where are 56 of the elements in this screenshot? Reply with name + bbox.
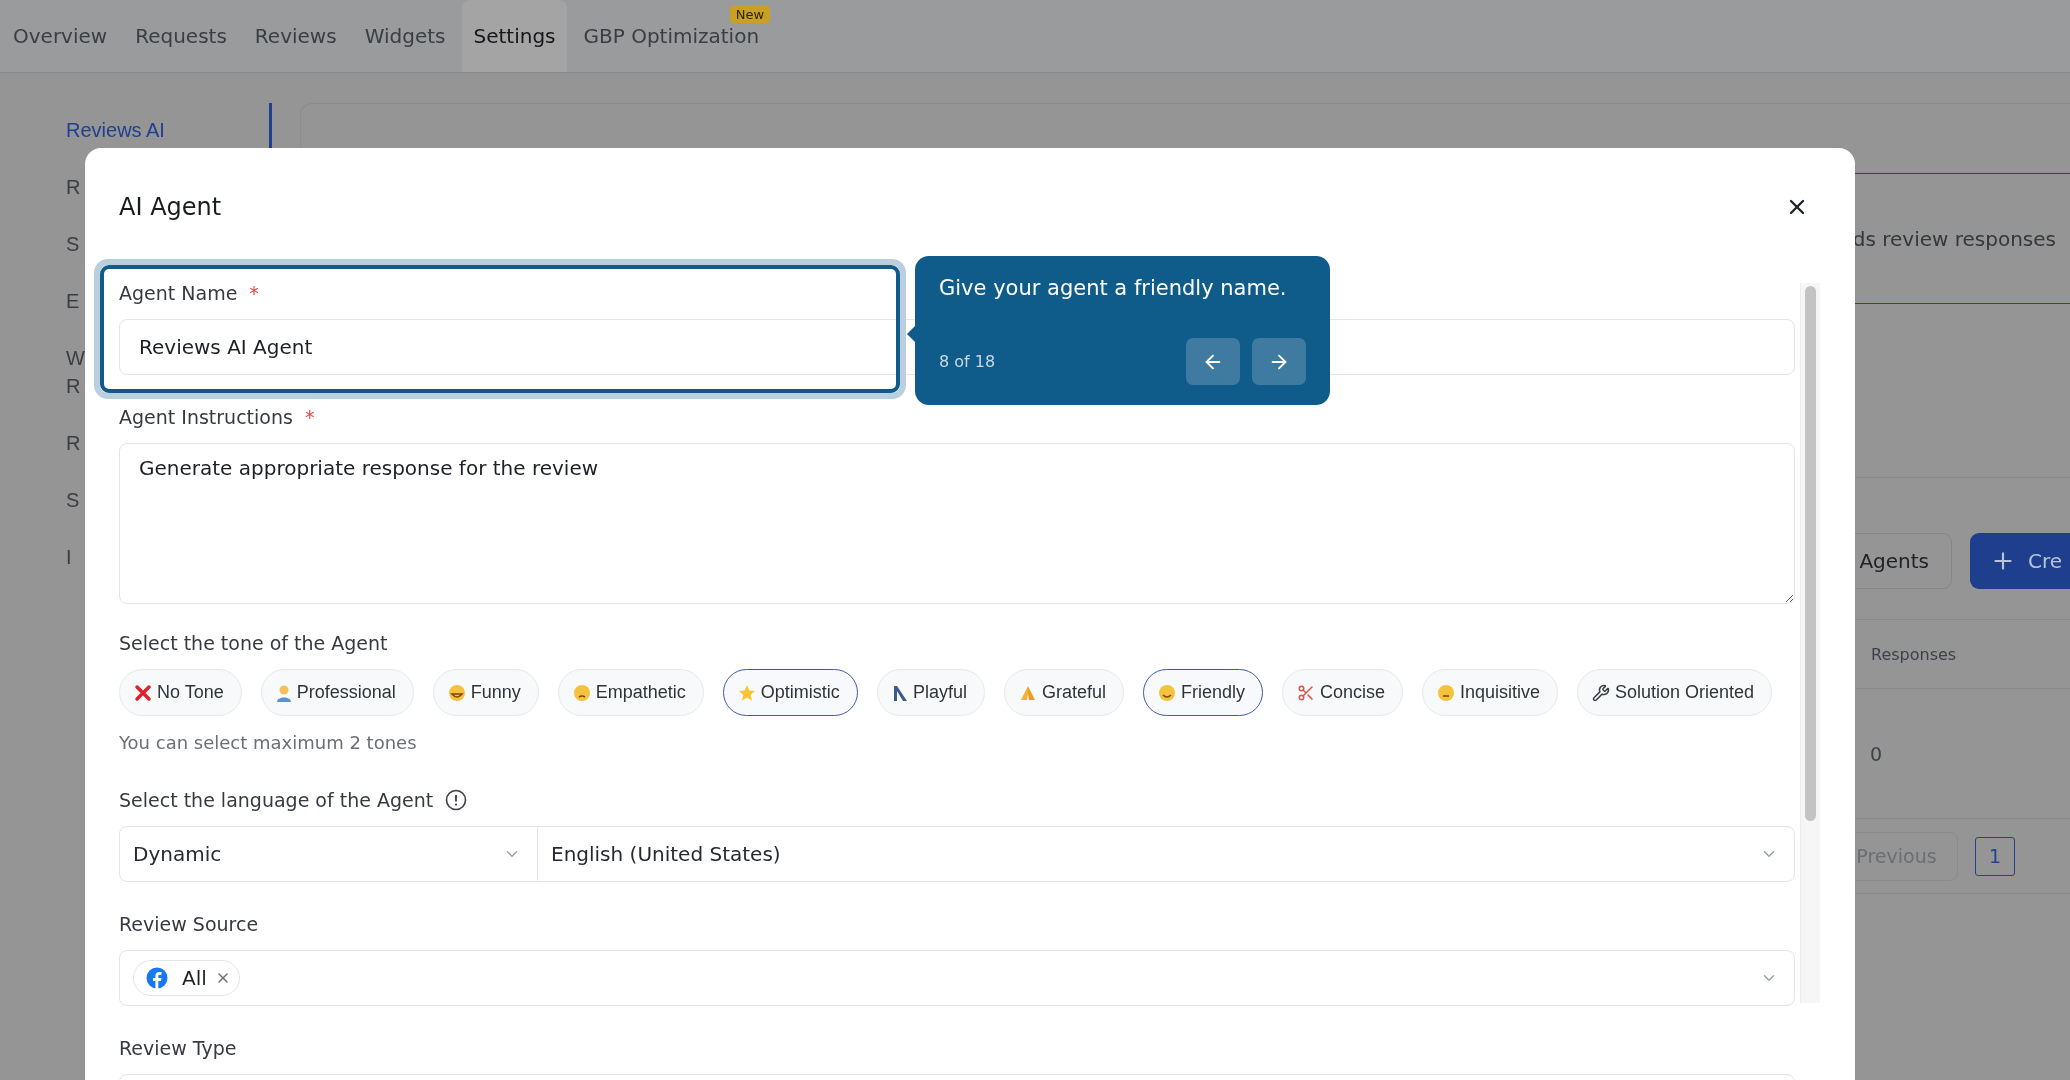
tone-chip[interactable]: Empathetic: [557, 669, 704, 716]
laughing-face-icon: [447, 683, 466, 702]
sidebar-item[interactable]: I: [66, 543, 82, 571]
tone-chip[interactable]: Optimistic: [722, 669, 858, 716]
sidebar-item[interactable]: S: [66, 486, 82, 514]
scissors-icon: [1296, 683, 1315, 702]
tone-chip[interactable]: Funny: [432, 669, 539, 716]
tone-chip[interactable]: Playful: [876, 669, 985, 716]
sidebar-item[interactable]: R: [66, 429, 82, 457]
info-icon: [445, 789, 468, 811]
star-icon: [737, 683, 756, 702]
x-mark-icon: [134, 683, 152, 702]
required-mark: *: [304, 405, 315, 430]
step-counter: 8 of 18: [939, 352, 996, 371]
scrollbar[interactable]: [1800, 283, 1820, 1003]
logo-icon: [146, 967, 168, 989]
tone-chip[interactable]: Grateful: [1003, 669, 1124, 716]
nav-tab[interactable]: Reviews: [243, 0, 348, 72]
modal-title: AI Agent: [119, 193, 222, 221]
column-header: Responses: [1871, 644, 1957, 664]
description-text: ds review responses: [1852, 226, 2056, 251]
hint-text: You can select maximum 2 tones: [119, 731, 418, 755]
tone-chip[interactable]: No Tone: [119, 669, 242, 716]
sidebar-item[interactable]: E: [66, 287, 82, 315]
tone-chip[interactable]: Professional: [260, 669, 414, 716]
nav-tab[interactable]: Widgets: [353, 0, 457, 72]
tone-chip[interactable]: Concise: [1281, 669, 1403, 716]
field-label: Review Source: [119, 912, 259, 937]
instructions-field[interactable]: Generate appropriate response for the review: [119, 443, 1795, 604]
field-label: Select the language of the Agent: [119, 788, 434, 813]
wrench-icon: [1592, 683, 1611, 702]
tone-chip[interactable]: Friendly: [1142, 669, 1263, 716]
review-source-select[interactable]: All: [119, 950, 1795, 1006]
face-icon: [572, 683, 591, 702]
tone-chip[interactable]: Inquisitive: [1422, 669, 1559, 716]
next-button[interactable]: [1252, 338, 1306, 385]
smiling-face-icon: [1157, 683, 1176, 702]
new-badge: New: [729, 6, 771, 23]
sidebar-item[interactable]: R: [66, 173, 82, 201]
tour-text: Give your agent a friendly name.: [939, 276, 1288, 300]
nav-tab[interactable]: Settings: [462, 0, 567, 72]
field-label: Agent Name: [119, 281, 238, 306]
field-label: Select the tone of the Agent: [119, 631, 388, 656]
table-cell: 0: [1870, 742, 1883, 765]
tone-chip[interactable]: Solution Oriented: [1577, 669, 1773, 716]
thinking-face-icon: [1437, 683, 1455, 702]
back-button[interactable]: [1186, 338, 1240, 385]
nav-tab[interactable]: Overview: [2, 0, 119, 72]
nav-tab[interactable]: Requests: [124, 0, 238, 72]
field-label: Review Type: [119, 1036, 237, 1061]
nav-tab[interactable]: New GBP Optimization: [572, 0, 771, 72]
field-label: Agent Instructions: [119, 405, 293, 430]
person-icon: [275, 683, 292, 702]
create-button[interactable]: Cre: [1970, 533, 2070, 589]
sidebar-item[interactable]: S: [66, 230, 82, 258]
required-mark: *: [249, 281, 259, 306]
